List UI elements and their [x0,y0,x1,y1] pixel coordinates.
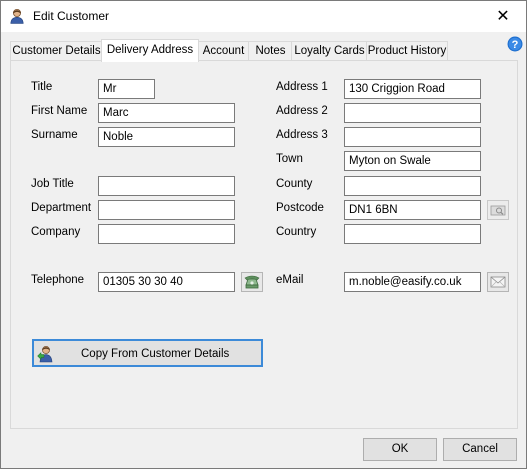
title-label: Title [31,81,53,93]
address3-label: Address 3 [276,129,328,141]
tab-notes[interactable]: Notes [248,41,293,61]
first-name-label: First Name [31,105,88,117]
title-field[interactable] [98,79,155,99]
window-title: Edit Customer [33,9,110,23]
town-label: Town [276,153,303,165]
email-field[interactable] [344,272,481,292]
postcode-lookup-button[interactable] [487,200,509,220]
postcode-field[interactable] [344,200,481,220]
email-label: eMail [276,274,304,286]
customer-copy-icon [37,346,53,363]
title-bar: Edit Customer ✕ [1,1,526,32]
country-field[interactable] [344,224,481,244]
copy-button-label: Copy From Customer Details [81,348,230,360]
customer-icon [10,9,24,24]
ok-button[interactable]: OK [363,438,437,461]
county-label: County [276,178,313,190]
department-label: Department [31,202,92,214]
first-name-field[interactable] [98,103,235,123]
tab-customer-details[interactable]: Customer Details [10,41,103,61]
cancel-button[interactable]: Cancel [443,438,517,461]
department-field[interactable] [98,200,235,220]
close-button[interactable]: ✕ [480,1,526,32]
telephone-field[interactable] [98,272,235,292]
job-title-field[interactable] [98,176,235,196]
dial-phone-button[interactable] [241,272,263,292]
address3-field[interactable] [344,127,481,147]
company-field[interactable] [98,224,235,244]
company-label: Company [31,226,81,238]
copy-from-customer-details-button[interactable]: Copy From Customer Details [32,339,263,367]
send-email-button[interactable] [487,272,509,292]
envelope-icon [490,276,506,288]
telephone-label: Telephone [31,274,85,286]
surname-label: Surname [31,129,78,141]
address1-label: Address 1 [276,81,328,93]
country-label: Country [276,226,317,238]
edit-customer-window: Edit Customer ✕ ? Customer Details Deliv… [0,0,527,469]
tab-product-history[interactable]: Product History [366,41,448,61]
tab-loyalty-cards[interactable]: Loyalty Cards [291,41,368,61]
postcode-lookup-icon [490,205,506,216]
svg-text:?: ? [512,39,519,51]
address2-label: Address 2 [276,105,328,117]
phone-icon [244,275,260,289]
county-field[interactable] [344,176,481,196]
address1-field[interactable] [344,79,481,99]
surname-field[interactable] [98,127,235,147]
help-icon[interactable]: ? [507,36,523,52]
postcode-label: Postcode [276,202,324,214]
town-field[interactable] [344,151,481,171]
tab-delivery-address[interactable]: Delivery Address [101,39,199,62]
address2-field[interactable] [344,103,481,123]
tab-account[interactable]: Account [197,41,250,61]
job-title-label: Job Title [31,178,74,190]
